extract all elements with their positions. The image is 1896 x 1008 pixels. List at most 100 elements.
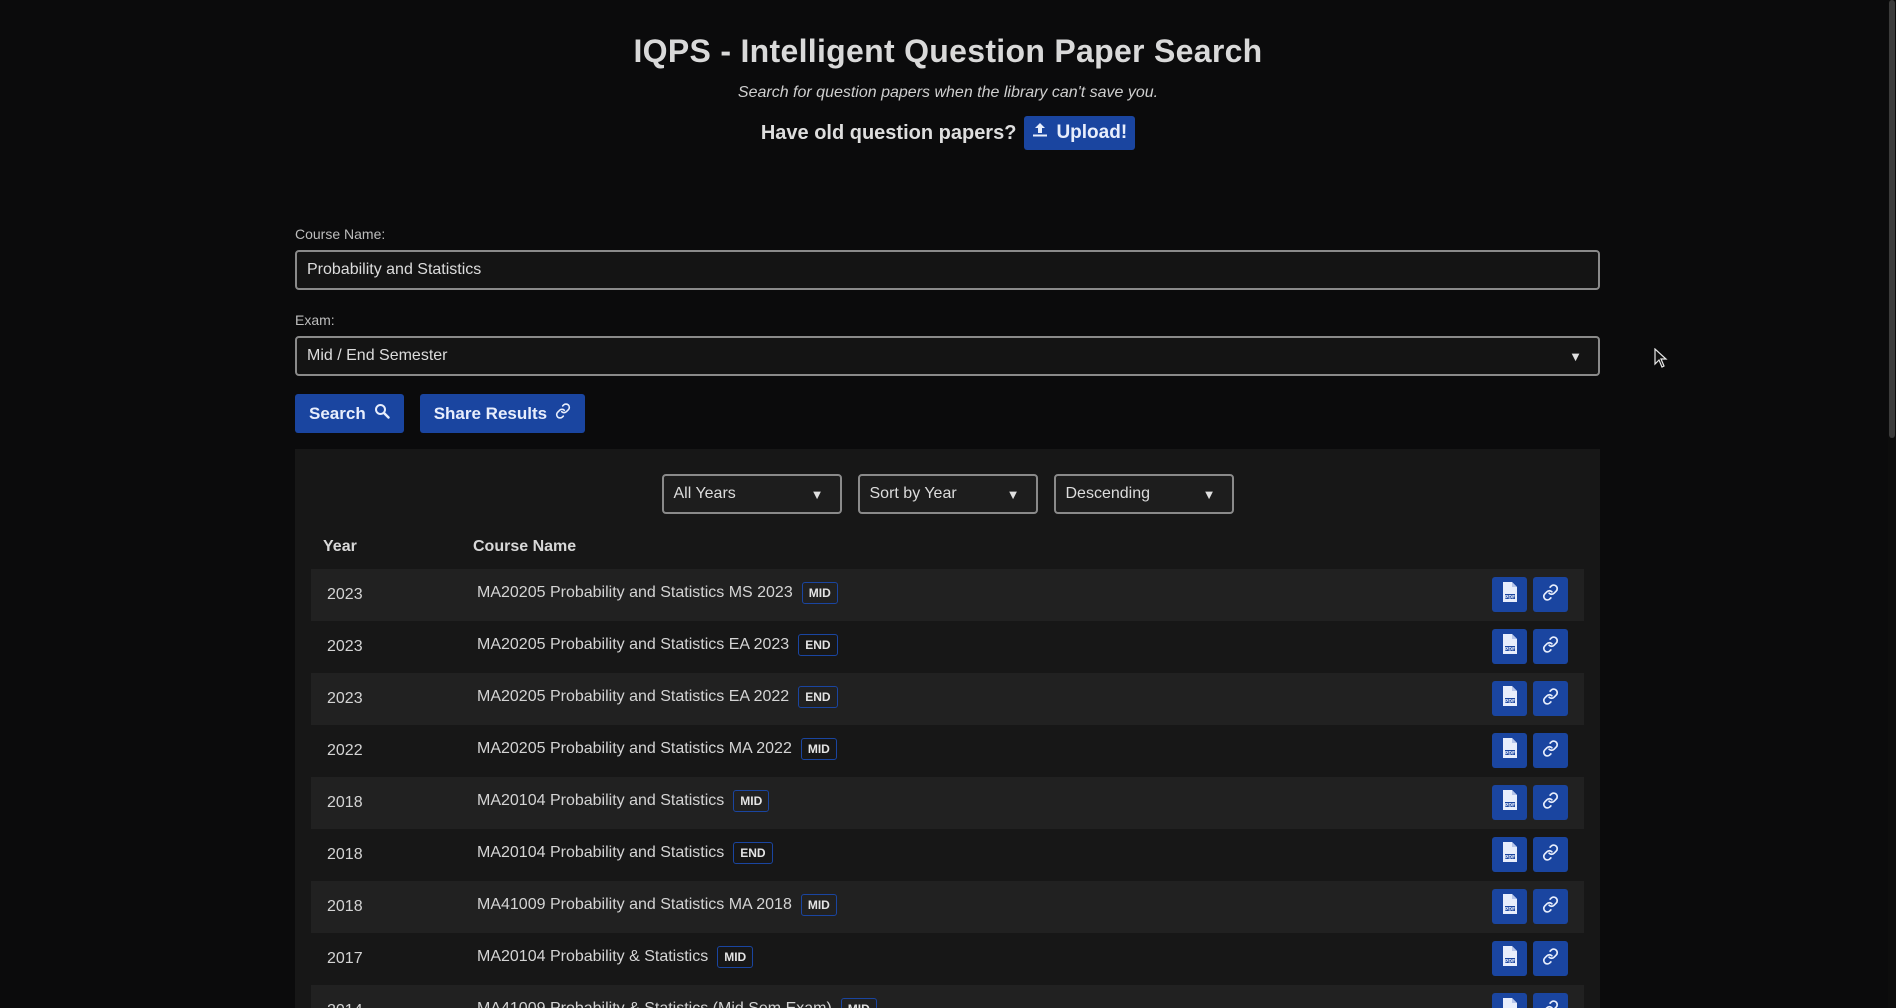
search-button[interactable]: Search — [295, 394, 404, 433]
row-course-name: MA20205 Probability and Statistics EA 20… — [477, 636, 790, 653]
copy-link-button[interactable] — [1533, 733, 1568, 768]
page-scrollbar[interactable] — [1888, 0, 1896, 1008]
copy-link-button[interactable] — [1533, 785, 1568, 820]
svg-text:PDF: PDF — [1504, 750, 1514, 756]
exam-type-badge: END — [798, 686, 838, 708]
row-actions: PDF — [1492, 837, 1568, 872]
sort-select[interactable]: Sort by Year ▼ — [857, 474, 1038, 514]
row-year: 2023 — [327, 638, 363, 655]
pdf-file-icon: PDF — [1501, 634, 1519, 659]
link-icon — [1542, 895, 1559, 918]
download-pdf-button[interactable]: PDF — [1492, 993, 1527, 1008]
svg-text:PDF: PDF — [1504, 854, 1514, 860]
pdf-file-icon: PDF — [1501, 582, 1519, 607]
link-icon — [1542, 843, 1559, 866]
upload-button[interactable]: Upload! — [1024, 116, 1136, 150]
course-name-input[interactable]: Probability and Statistics — [295, 250, 1600, 290]
copy-link-button[interactable] — [1533, 681, 1568, 716]
row-actions: PDF — [1492, 889, 1568, 924]
table-row: 2023 MA20205 Probability and Statistics E… — [311, 621, 1584, 673]
sort-value: Sort by Year — [869, 485, 957, 502]
download-pdf-button[interactable]: PDF — [1492, 785, 1527, 820]
table-header: Year Course Name — [311, 538, 1584, 562]
tagline: Search for question papers when the libr… — [737, 84, 1159, 101]
copy-link-button[interactable] — [1533, 629, 1568, 664]
svg-text:PDF: PDF — [1504, 802, 1514, 808]
copy-link-button[interactable] — [1533, 993, 1568, 1008]
exam-type-badge: MID — [800, 738, 837, 760]
table-row: 2022 MA20205 Probability and Statistics M… — [311, 725, 1584, 777]
exam-type-badge: MID — [840, 998, 877, 1008]
row-course-name: MA41009 Probability & Statistics (Mid Se… — [477, 1000, 832, 1008]
table-row: 2018 MA20104 Probability and Statistics MI… — [311, 777, 1584, 829]
pdf-file-icon: PDF — [1501, 686, 1519, 711]
pdf-file-icon: PDF — [1501, 998, 1519, 1008]
download-pdf-button[interactable]: PDF — [1492, 941, 1527, 976]
exam-select[interactable]: Mid / End Semester ▼ — [295, 336, 1600, 376]
svg-text:PDF: PDF — [1504, 906, 1514, 912]
row-course: MA20205 Probability and Statistics EA 20… — [477, 634, 838, 656]
share-results-button[interactable]: Share Results — [419, 394, 586, 433]
copy-link-button[interactable] — [1533, 889, 1568, 924]
search-icon — [374, 403, 390, 424]
exam-type-badge: END — [798, 634, 838, 656]
row-course-name: MA20104 Probability and Statistics — [477, 792, 725, 809]
search-form: Course Name: Probability and Statistics … — [295, 226, 1600, 433]
row-course-name: MA20205 Probability and Statistics MA 20… — [477, 740, 792, 757]
upload-button-label: Upload! — [1056, 122, 1128, 143]
download-pdf-button[interactable]: PDF — [1492, 733, 1527, 768]
pdf-file-icon: PDF — [1501, 894, 1519, 919]
order-select[interactable]: Descending ▼ — [1053, 474, 1234, 514]
upload-prompt: Have old question papers? — [760, 121, 1017, 144]
row-year: 2018 — [327, 846, 363, 863]
row-course-name: MA20104 Probability & Statistics — [477, 948, 709, 965]
copy-link-button[interactable] — [1533, 837, 1568, 872]
table-row: 2014 MA41009 Probability & Statistics (Mi… — [311, 985, 1584, 1008]
exam-type-badge: MID — [800, 894, 837, 916]
row-course-name: MA20205 Probability and Statistics EA 20… — [477, 688, 790, 705]
chevron-down-icon: ▼ — [1569, 348, 1582, 364]
row-course: MA41009 Probability and Statistics MA 20… — [477, 894, 837, 916]
row-year: 2023 — [327, 586, 363, 603]
scrollbar-thumb[interactable] — [1889, 0, 1895, 438]
row-actions: PDF — [1492, 577, 1568, 612]
upload-row: Have old question papers? Upload! — [0, 116, 1896, 150]
row-year: 2017 — [327, 950, 363, 967]
link-icon — [1542, 635, 1559, 658]
year-column-header: Year — [323, 538, 357, 555]
chevron-down-icon: ▼ — [1006, 486, 1020, 502]
download-pdf-button[interactable]: PDF — [1492, 837, 1527, 872]
exam-select-value: Mid / End Semester — [307, 347, 448, 364]
row-year: 2023 — [327, 690, 363, 707]
exam-label: Exam: — [295, 312, 335, 328]
table-row: 2023 MA20205 Probability and Statistics E… — [311, 673, 1584, 725]
download-pdf-button[interactable]: PDF — [1492, 681, 1527, 716]
exam-type-badge: MID — [801, 582, 838, 604]
filter-bar: All Years ▼ Sort by Year ▼ Descending ▼ — [295, 474, 1600, 514]
upload-icon — [1032, 122, 1048, 144]
pdf-file-icon: PDF — [1501, 842, 1519, 867]
link-icon — [1542, 687, 1559, 710]
row-actions: PDF — [1492, 941, 1568, 976]
svg-text:PDF: PDF — [1504, 646, 1514, 652]
page-title: IQPS - Intelligent Question Paper Search — [633, 33, 1263, 69]
exam-type-badge: END — [733, 842, 773, 864]
download-pdf-button[interactable]: PDF — [1492, 629, 1527, 664]
row-actions: PDF — [1492, 993, 1568, 1008]
course-column-header: Course Name — [473, 538, 577, 555]
pdf-file-icon: PDF — [1501, 790, 1519, 815]
results-table-body: 2023 MA20205 Probability and Statistics M… — [311, 569, 1584, 1008]
row-year: 2014 — [327, 1002, 363, 1008]
row-course-name: MA20205 Probability and Statistics MS 20… — [477, 584, 793, 601]
copy-link-button[interactable] — [1533, 577, 1568, 612]
download-pdf-button[interactable]: PDF — [1492, 889, 1527, 924]
table-row: 2023 MA20205 Probability and Statistics M… — [311, 569, 1584, 621]
row-course: MA20205 Probability and Statistics EA 20… — [477, 686, 838, 708]
svg-text:PDF: PDF — [1504, 958, 1514, 964]
link-icon — [1542, 791, 1559, 814]
row-actions: PDF — [1492, 785, 1568, 820]
year-filter-select[interactable]: All Years ▼ — [661, 474, 842, 514]
year-filter-value: All Years — [673, 485, 736, 502]
copy-link-button[interactable] — [1533, 941, 1568, 976]
download-pdf-button[interactable]: PDF — [1492, 577, 1527, 612]
